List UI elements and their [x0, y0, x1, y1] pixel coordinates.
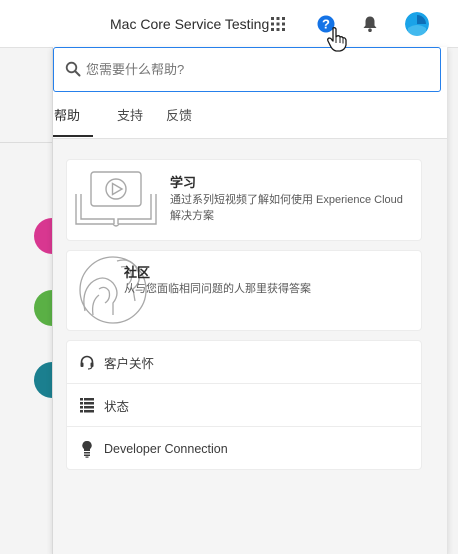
learn-card[interactable]: 学习 通过系列短视频了解如何使用 Experience Cloud 解决方案	[66, 159, 422, 241]
bulb-icon	[78, 440, 96, 458]
hand-cursor-icon	[327, 27, 347, 52]
community-card[interactable]: 社区 从与您面临相同问题的人那里获得答案	[66, 250, 422, 331]
search-icon	[65, 61, 81, 77]
video-book-icon	[75, 171, 157, 227]
link-customer-care-label: 客户关怀	[104, 356, 155, 371]
help-links-list: 客户关怀 状态 Developer Connection	[66, 340, 422, 470]
link-developer-connection[interactable]: Developer Connection	[67, 427, 421, 470]
community-description: 从与您面临相同问题的人那里获得答案	[124, 283, 311, 295]
link-customer-care[interactable]: 客户关怀	[67, 341, 421, 384]
tab-help[interactable]: 帮助	[54, 105, 80, 124]
help-panel: 帮助 支持 反馈 学习 通过系列短视频了解如何使用 Experience Clo…	[52, 47, 448, 554]
link-status-label: 状态	[104, 399, 130, 414]
learn-description-line2: 解决方案	[170, 210, 214, 222]
apps-grid-icon[interactable]	[266, 12, 290, 36]
search-input[interactable]	[86, 56, 426, 82]
search-box[interactable]	[53, 47, 441, 92]
background-divider	[0, 142, 52, 143]
status-list-icon	[78, 396, 96, 414]
bell-icon[interactable]	[358, 12, 382, 36]
link-developer-connection-label: Developer Connection	[104, 441, 228, 456]
learn-title: 学习	[170, 175, 197, 190]
tab-support[interactable]: 支持	[117, 105, 143, 124]
top-bar: Mac Core Service Testing ?	[0, 0, 458, 48]
headset-icon	[78, 353, 96, 371]
avatar[interactable]	[405, 12, 429, 36]
community-title: 社区	[124, 265, 151, 280]
learn-description-line1: 通过系列短视频了解如何使用 Experience Cloud	[170, 194, 403, 206]
tab-feedback[interactable]: 反馈	[166, 105, 192, 124]
org-switcher[interactable]: Mac Core Service Testing	[110, 16, 269, 32]
link-status[interactable]: 状态	[67, 384, 421, 427]
help-panel-header: 帮助 支持 反馈	[53, 47, 447, 139]
active-tab-indicator	[53, 135, 93, 137]
